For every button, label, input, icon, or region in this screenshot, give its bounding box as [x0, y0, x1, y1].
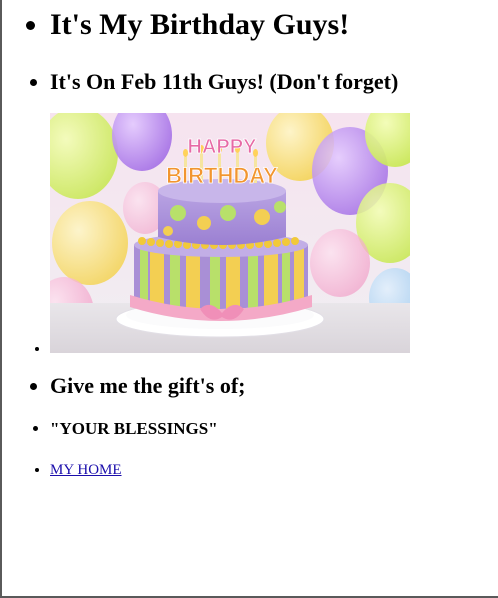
blessings-text: "YOUR BLESSINGS" — [50, 419, 490, 439]
home-link[interactable]: MY HOME — [50, 462, 122, 478]
birthday-list: It's My Birthday Guys! It's On Feb 11th … — [8, 0, 490, 479]
birthday-cake-image: HAPPY BIRTHDAY — [34, 99, 425, 353]
cake-topper-happy: HAPPY — [188, 136, 258, 158]
date-line: It's On Feb 11th Guys! (Don't forget) — [50, 69, 490, 95]
page-heading: It's My Birthday Guys! — [50, 8, 490, 42]
cake-topper-birthday: BIRTHDAY — [166, 163, 278, 188]
home-link-item: MY HOME — [50, 461, 490, 479]
gift-line: Give me the gift's of; — [50, 373, 490, 399]
